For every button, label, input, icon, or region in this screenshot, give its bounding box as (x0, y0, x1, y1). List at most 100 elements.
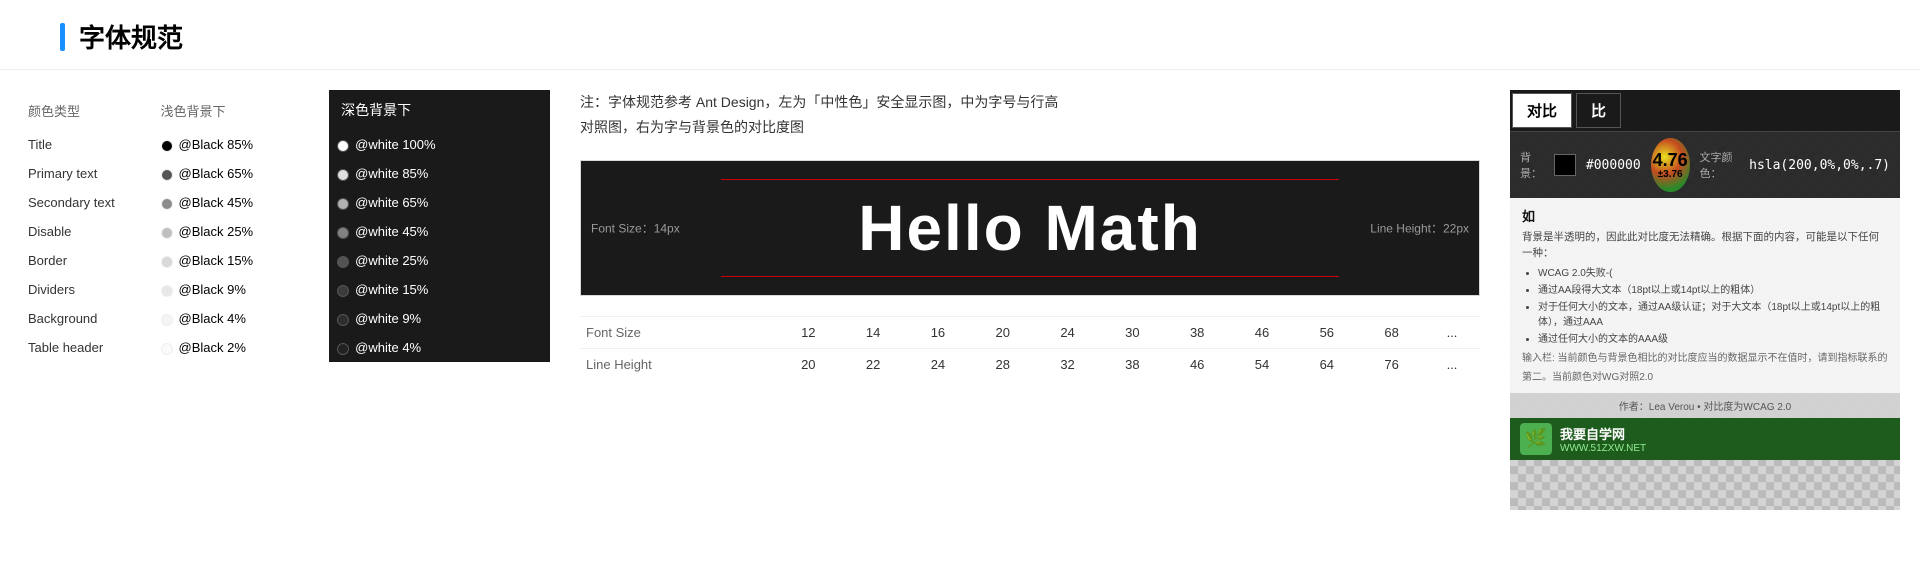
color-table: 颜色类型 浅色背景下 深色背景下 Title@Black 85%@white 1… (20, 90, 550, 362)
score-value: 4.76 (1653, 151, 1688, 169)
tab-contrast-main[interactable]: 对比 (1512, 93, 1572, 128)
contrast-body-title: 如 (1522, 206, 1888, 225)
middle-section: 注：字体规范参考 Ant Design，左为「中性色」安全显示图，中为字号与行高… (570, 90, 1490, 510)
row-type-label: Background (20, 304, 153, 333)
brand-badge: 🌿 我要自学网 WWW.51ZXW.NET (1510, 418, 1900, 460)
font-size-value: 68 (1359, 317, 1424, 349)
brand-info: 我要自学网 WWW.51ZXW.NET (1560, 424, 1646, 454)
row-dark-value: @white 100% (329, 130, 550, 159)
row-light-value: @Black 45% (153, 188, 330, 217)
page-header: 字体规范 (0, 0, 1920, 70)
fg-label: 文字颜色： (1700, 149, 1740, 181)
page-title: 字体规范 (79, 18, 183, 55)
score-pm: ±3.76 (1658, 169, 1683, 180)
contrast-bullets: WCAG 2.0失败-( 通过AA段得大文本（18pt以上或14pt以上的粗体）… (1522, 266, 1888, 347)
main-content: 颜色类型 浅色背景下 深色背景下 Title@Black 85%@white 1… (0, 70, 1920, 530)
font-size-row: Font Size12141620243038465668... (580, 317, 1480, 349)
row-type-label: Secondary text (20, 188, 153, 217)
line-height-value: 76 (1359, 349, 1424, 381)
line-height-value: ... (1424, 349, 1480, 381)
contrast-footer: 作者：Lea Verou • 对比度为WCAG 2.0 (1510, 393, 1900, 418)
tab-contrast-alt[interactable]: 比 (1576, 93, 1621, 128)
row-type-label: Border (20, 246, 153, 275)
row-type-label: Dividers (20, 275, 153, 304)
table-row: Disable@Black 25%@white 45% (20, 217, 550, 246)
note-line2: 对照图，右为字与背景色的对比度图 (580, 119, 804, 135)
line-height-label: Line Height：22px (1370, 220, 1469, 237)
hello-math-text: Hello Math (621, 191, 1439, 265)
table-row: Title@Black 85%@white 100% (20, 130, 550, 159)
row-dark-value: @white 65% (329, 188, 550, 217)
bullet-2: 通过AA段得大文本（18pt以上或14pt以上的粗体） (1538, 283, 1888, 298)
contrast-colorbar: 背景： #000000 4.76 ±3.76 文字颜色： hsla(200,0%… (1510, 132, 1900, 198)
size-table: Font Size12141620243038465668...Line Hei… (580, 316, 1480, 380)
font-size-value: 46 (1230, 317, 1295, 349)
row-type-label: Primary text (20, 159, 153, 188)
bullet-3: 对于任何大小的文本，通过AA级认证；对于大文本（18pt以上或14pt以上的粗体… (1538, 300, 1888, 330)
font-size-value: 14 (841, 317, 906, 349)
line-height-value: 32 (1035, 349, 1100, 381)
right-panel: 对比 比 背景： #000000 4.76 ±3.76 文字颜色： hsla(2… (1510, 90, 1900, 510)
contrast-tabs: 对比 比 (1510, 90, 1900, 132)
note-text: 注：字体规范参考 Ant Design，左为「中性色」安全显示图，中为字号与行高… (580, 90, 1480, 140)
line-height-value: 54 (1230, 349, 1295, 381)
brand-name: 我要自学网 (1560, 424, 1646, 443)
font-size-value: 16 (906, 317, 971, 349)
demo-inner: Font Size：14px Hello Math Line Height：22… (581, 161, 1479, 295)
line-height-value: 22 (841, 349, 906, 381)
line-height-row: Line Height20222428323846546476... (580, 349, 1480, 381)
font-size-label: Font Size：14px (591, 220, 680, 237)
row-light-value: @Black 4% (153, 304, 330, 333)
row-light-value: @Black 15% (153, 246, 330, 275)
line-height-value: 64 (1294, 349, 1359, 381)
bullet-4: 通过任何大小的文本的AAA级 (1538, 332, 1888, 347)
contrast-body-intro: 背景是半透明的，因此此对比度无法精确。根据下面的内容，可能是以下任何一种： (1522, 229, 1888, 262)
table-row: Secondary text@Black 45%@white 65% (20, 188, 550, 217)
col-header-dark: 深色背景下 (329, 90, 550, 130)
table-row: Background@Black 4%@white 9% (20, 304, 550, 333)
contrast-body: 如 背景是半透明的，因此此对比度无法精确。根据下面的内容，可能是以下任何一种： … (1510, 198, 1900, 393)
contrast-score-circle: 4.76 ±3.76 (1651, 138, 1690, 192)
font-size-value: 56 (1294, 317, 1359, 349)
line-height-value: 28 (970, 349, 1035, 381)
col-header-light: 浅色背景下 (153, 90, 330, 130)
font-size-value: 20 (970, 317, 1035, 349)
font-size-value: 24 (1035, 317, 1100, 349)
table-row: Primary text@Black 65%@white 85% (20, 159, 550, 188)
bg-color-swatch (1554, 154, 1576, 176)
col-header-type: 颜色类型 (20, 90, 153, 130)
bg-label: 背景： (1520, 149, 1544, 181)
color-table-section: 颜色类型 浅色背景下 深色背景下 Title@Black 85%@white 1… (20, 90, 550, 510)
brand-url: WWW.51ZXW.NET (1560, 443, 1646, 454)
row-dark-value: @white 45% (329, 217, 550, 246)
row-type-label: Disable (20, 217, 153, 246)
brand-icon: 🌿 (1520, 423, 1552, 455)
row-dark-value: @white 15% (329, 275, 550, 304)
row-dark-value: @white 25% (329, 246, 550, 275)
row-light-value: @Black 65% (153, 159, 330, 188)
note-line1: 注：字体规范参考 Ant Design，左为「中性色」安全显示图，中为字号与行高 (580, 94, 1058, 110)
table-row: Border@Black 15%@white 25% (20, 246, 550, 275)
font-size-value: 12 (776, 317, 841, 349)
line-height-value: 46 (1165, 349, 1230, 381)
demo-box: Font Size：14px Hello Math Line Height：22… (580, 160, 1480, 296)
row-light-value: @Black 9% (153, 275, 330, 304)
contrast-overlay: 对比 比 背景： #000000 4.76 ±3.76 文字颜色： hsla(2… (1510, 90, 1900, 460)
header-accent-bar (60, 23, 65, 51)
line-height-value: 24 (906, 349, 971, 381)
bullet-1: WCAG 2.0失败-( (1538, 266, 1888, 281)
font-size-label: Font Size (580, 317, 776, 349)
contrast-footer-sub: 第二。当前颜色对WG对照2.0 (1522, 370, 1888, 385)
line-height-value: 20 (776, 349, 841, 381)
line-height-value: 38 (1100, 349, 1165, 381)
row-light-value: @Black 85% (153, 130, 330, 159)
row-dark-value: @white 4% (329, 333, 550, 362)
font-size-value: 38 (1165, 317, 1230, 349)
row-dark-value: @white 85% (329, 159, 550, 188)
row-dark-value: @white 9% (329, 304, 550, 333)
row-light-value: @Black 2% (153, 333, 330, 362)
font-size-value: 30 (1100, 317, 1165, 349)
row-type-label: Title (20, 130, 153, 159)
row-type-label: Table header (20, 333, 153, 362)
table-row: Table header@Black 2%@white 4% (20, 333, 550, 362)
